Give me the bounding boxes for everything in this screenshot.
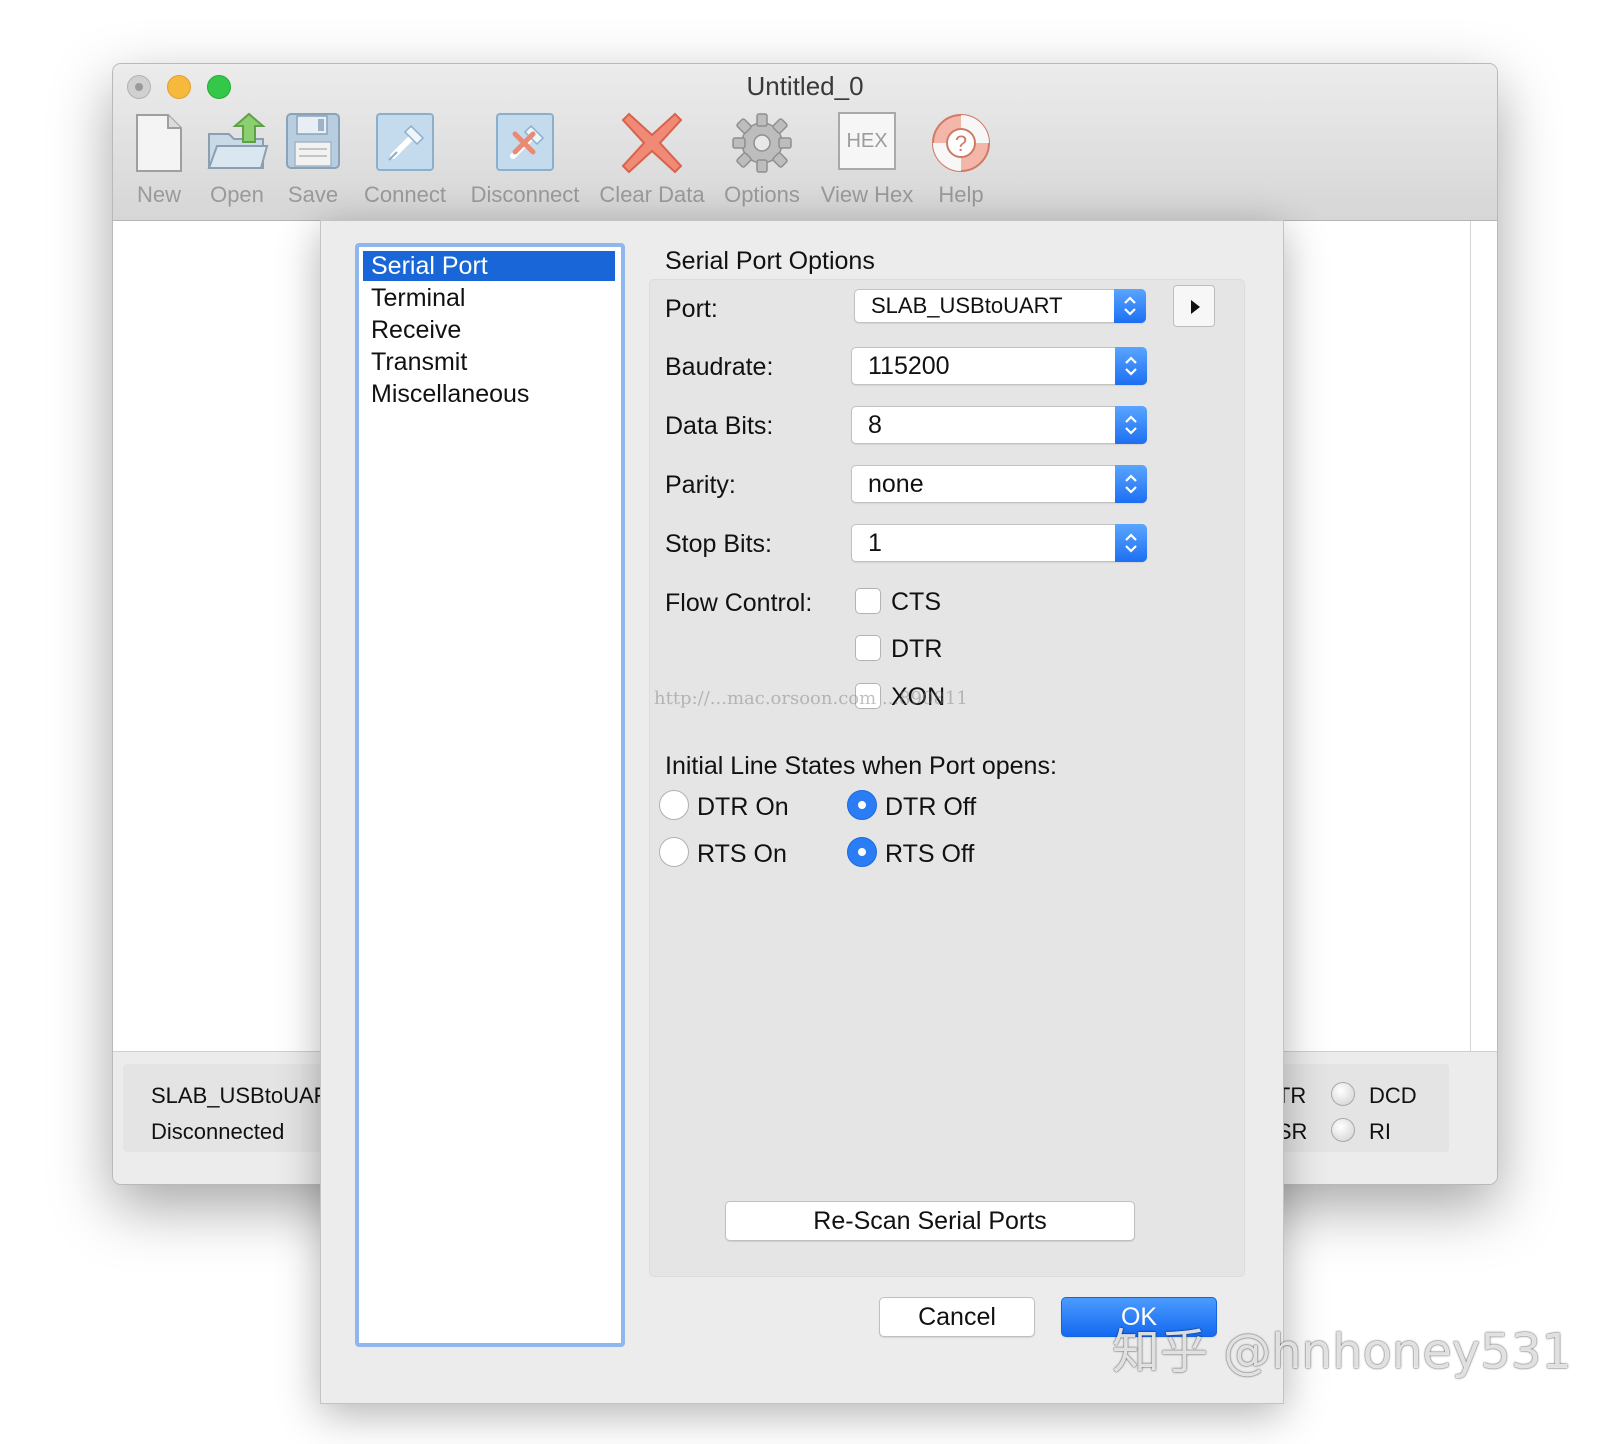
plug-connect-icon [375,112,435,172]
baudrate-select[interactable]: 115200 [851,347,1147,385]
dtr-checkbox[interactable] [855,635,881,661]
chevron-up-down-icon [1122,295,1138,317]
initial-line-states-label: Initial Line States when Port opens: [665,752,1057,781]
category-miscellaneous[interactable]: Miscellaneous [363,379,615,409]
category-transmit[interactable]: Transmit [363,347,615,377]
dcd-led-indicator [1331,1082,1355,1106]
cancel-button[interactable]: Cancel [879,1297,1035,1337]
window-title: Untitled_0 [113,71,1497,102]
rescan-serial-ports-button[interactable]: Re-Scan Serial Ports [725,1201,1135,1241]
triangle-right-icon [1189,299,1201,315]
rts-off-label: RTS Off [885,840,974,869]
options-dialog: Serial Port Terminal Receive Transmit Mi… [320,220,1284,1404]
rts-off-radio[interactable] [847,837,877,867]
flow-control-label: Flow Control: [665,589,812,618]
baudrate-select-arrows [1115,347,1147,385]
toolbar-clear-data-button[interactable]: Clear Data [597,112,707,212]
toolbar-disconnect-button[interactable]: Disconnect [465,112,585,212]
baudrate-label: Baudrate: [665,353,773,382]
open-folder-icon [205,112,269,174]
chevron-up-down-icon [1123,531,1139,555]
status-connection: Disconnected [151,1119,284,1145]
options-category-list[interactable]: Serial Port Terminal Receive Transmit Mi… [355,243,625,1347]
gear-icon [731,112,793,174]
toolbar-save-button[interactable]: Save [281,112,345,212]
parity-label: Parity: [665,471,736,500]
toolbar-open-button[interactable]: Open [197,112,277,212]
site-watermark: http://...mac.orsoon.com ...890811 [654,688,968,709]
scrollbar-track[interactable] [1470,221,1471,1051]
port-info-button[interactable] [1173,285,1215,327]
toolbar-help-button[interactable]: ? Help [929,112,993,212]
dtr-on-radio[interactable] [659,790,689,820]
category-receive[interactable]: Receive [363,315,615,345]
stop-bits-select-arrows [1115,524,1147,562]
category-serial-port[interactable]: Serial Port [363,251,615,281]
data-bits-select[interactable]: 8 [851,406,1147,444]
parity-select[interactable]: none [851,465,1147,503]
rts-on-radio[interactable] [659,837,689,867]
port-select[interactable]: SLAB_USBtoUART [854,289,1146,323]
cts-checkbox-label: CTS [891,588,941,617]
port-select-arrows [1114,289,1146,323]
lifebuoy-icon: ? [930,112,992,174]
status-ri-label: RI [1369,1119,1391,1145]
title-bar: Untitled_0 New Open [113,64,1497,221]
cts-checkbox[interactable] [855,588,881,614]
rts-on-label: RTS On [697,840,787,869]
toolbar-connect-button[interactable]: Connect [359,112,451,212]
plug-disconnect-icon [495,112,555,172]
stop-bits-label: Stop Bits: [665,530,772,559]
status-port-name: SLAB_USBtoUAF [151,1083,327,1109]
dtr-on-label: DTR On [697,793,789,822]
new-document-icon [134,112,184,174]
parity-select-arrows [1115,465,1147,503]
chevron-up-down-icon [1123,413,1139,437]
red-x-icon [621,112,683,174]
data-bits-label: Data Bits: [665,412,773,441]
toolbar-options-button[interactable]: Options [719,112,805,212]
floppy-disk-icon [285,112,341,170]
ri-led-indicator [1331,1118,1355,1142]
zhihu-watermark: 知乎 @hnhoney531 [1112,1312,1572,1382]
category-terminal[interactable]: Terminal [363,283,615,313]
dtr-off-radio[interactable] [847,790,877,820]
svg-text:?: ? [955,131,967,156]
dtr-off-label: DTR Off [885,793,976,822]
status-dcd-label: DCD [1369,1083,1417,1109]
chevron-up-down-icon [1123,472,1139,496]
data-bits-select-arrows [1115,406,1147,444]
toolbar-new-button[interactable]: New [125,112,193,212]
group-title: Serial Port Options [665,247,875,276]
toolbar-view-hex-button[interactable]: HEX View Hex [817,112,917,212]
port-label: Port: [665,295,718,324]
dtr-checkbox-label: DTR [891,635,942,664]
stop-bits-select[interactable]: 1 [851,524,1147,562]
hex-icon: HEX [838,112,896,170]
chevron-up-down-icon [1123,354,1139,378]
